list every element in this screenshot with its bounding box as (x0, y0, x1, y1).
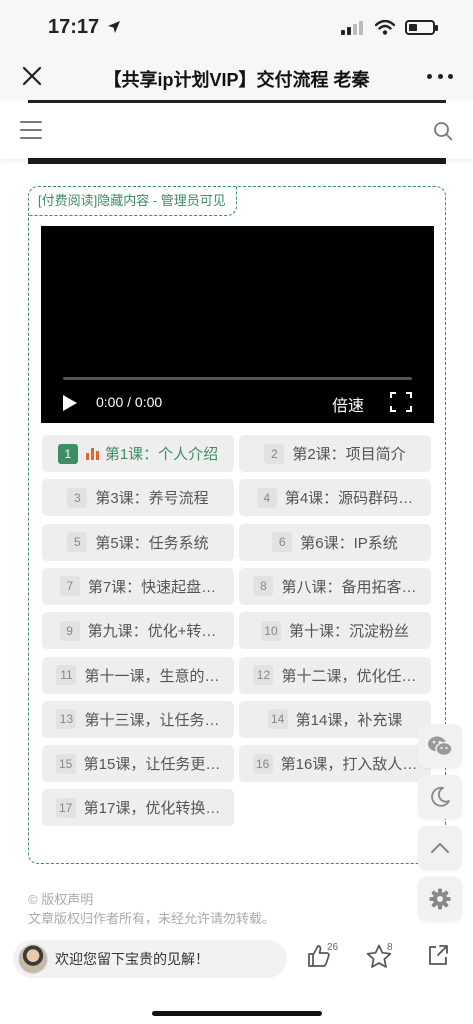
site-header (0, 103, 473, 159)
lesson-number: 4 (256, 487, 277, 508)
lesson-item-17[interactable]: 17 第17课，优化转换… (42, 789, 234, 827)
browser-titlebar: 【共享ip计划VIP】交付流程 老秦 (0, 56, 473, 100)
lesson-item-6[interactable]: 6 第6课：IP系统 (239, 523, 431, 561)
lesson-item-14[interactable]: 14 第14课，补充课 (239, 700, 431, 738)
comment-input[interactable]: 欢迎您留下宝贵的见解！ (13, 940, 287, 978)
lesson-label: 第7课：快速起盘… (87, 578, 217, 596)
lesson-label: 第十课：沉淀粉丝 (288, 623, 409, 641)
lesson-number: 12 (253, 665, 274, 685)
previous-video-bottom (28, 158, 446, 164)
lesson-number: 11 (56, 665, 77, 685)
signal-icon (341, 20, 363, 35)
page-title: 【共享ip计划VIP】交付流程 老秦 (103, 70, 370, 90)
hidden-content-tag: [付费阅读]隐藏内容 - 管理员可见 (28, 186, 237, 216)
back-to-top-button[interactable] (418, 826, 462, 870)
battery-level (409, 24, 417, 31)
now-playing-icon (85, 447, 99, 460)
lesson-item-4[interactable]: 4 第4课：源码群码… (239, 479, 431, 517)
lesson-item-12[interactable]: 12 第十二课，优化任… (239, 656, 431, 694)
close-icon[interactable] (20, 64, 44, 88)
search-icon[interactable] (433, 121, 453, 141)
like-count: 26 (327, 942, 339, 953)
lesson-item-1[interactable]: 1 第1课：个人介绍 (42, 435, 234, 472)
lesson-number: 7 (59, 576, 80, 597)
location-arrow-icon (107, 21, 120, 33)
lesson-item-16[interactable]: 16 第16课，打入敌人… (239, 745, 431, 783)
copyright-text: 文章版权归作者所有，未经允许请勿转载。 (28, 911, 276, 926)
home-indicator (152, 1011, 322, 1016)
chevron-up-icon (431, 843, 449, 853)
lesson-item-7[interactable]: 7 第7课：快速起盘… (42, 567, 234, 605)
lesson-number: 6 (272, 532, 293, 553)
copyright-title: © 版权声明 (28, 892, 94, 907)
battery-icon (405, 20, 438, 35)
lesson-label: 第4课：源码群码… (284, 490, 414, 508)
lesson-item-15[interactable]: 15 第15课，让任务更… (42, 745, 234, 783)
more-options-icon[interactable] (427, 66, 453, 86)
lesson-label: 第九课：优化+转… (87, 623, 217, 641)
status-time: 17:17 (48, 16, 121, 39)
lesson-number: 3 (67, 487, 88, 508)
lesson-item-11[interactable]: 11 第十一课，生意的… (42, 656, 234, 694)
speed-button[interactable]: 倍速 (332, 392, 364, 416)
lesson-number: 1 (57, 443, 78, 464)
play-icon[interactable] (62, 394, 78, 412)
progress-bar[interactable] (63, 377, 412, 380)
lesson-label: 第2课：项目简介 (292, 446, 406, 463)
lesson-label: 第5课：任务系统 (95, 534, 209, 552)
lesson-item-9[interactable]: 9 第九课：优化+转… (42, 612, 234, 650)
lesson-label: 第十三课，让任务… (84, 711, 220, 729)
comment-bar: 欢迎您留下宝贵的见解！ 26 8 (0, 930, 473, 1024)
dark-mode-button[interactable] (418, 775, 462, 819)
status-bar: 17:17 (0, 0, 473, 56)
web-page: [付费阅读]隐藏内容 - 管理员可见 0:00 / 0:00 倍速 1 第1课：个… (0, 100, 473, 936)
wechat-icon (428, 736, 453, 757)
lesson-item-10[interactable]: 10 第十课：沉淀粉丝 (239, 612, 431, 650)
lesson-label: 第15课，让任务更… (83, 756, 221, 774)
lesson-number: 17 (55, 797, 76, 818)
video-player[interactable]: 0:00 / 0:00 倍速 (41, 226, 434, 423)
wifi-icon (375, 20, 395, 35)
lesson-number: 15 (55, 753, 76, 774)
lesson-item-2[interactable]: 2 第2课：项目简介 (239, 435, 431, 472)
lesson-label: 第八课：备用拓客… (281, 578, 417, 596)
lesson-label: 第17课，优化转换… (83, 800, 221, 818)
lesson-number: 14 (267, 709, 288, 730)
hidden-content-box: [付费阅读]隐藏内容 - 管理员可见 0:00 / 0:00 倍速 1 第1课：个… (28, 186, 446, 864)
star-count: 8 (387, 942, 393, 953)
lesson-item-8[interactable]: 8 第八课：备用拓客… (239, 567, 431, 605)
fullscreen-icon[interactable] (390, 392, 412, 412)
moon-icon (431, 786, 450, 807)
lesson-label: 第16课，打入敌人… (280, 756, 418, 774)
lesson-number: 13 (56, 709, 77, 730)
lesson-number: 2 (264, 443, 285, 464)
lesson-number: 10 (260, 620, 281, 641)
gear-icon (429, 888, 451, 910)
status-icons (341, 20, 438, 35)
lesson-number: 8 (253, 576, 274, 597)
lesson-item-3[interactable]: 3 第3课：养号流程 (42, 479, 234, 517)
lesson-item-5[interactable]: 5 第5课：任务系统 (42, 523, 234, 561)
lesson-label: 第十一课，生意的… (84, 667, 220, 685)
copyright-notice: © 版权声明 文章版权归作者所有，未经允许请勿转载。 (28, 890, 275, 928)
player-time: 0:00 / 0:00 (96, 394, 163, 410)
comment-placeholder: 欢迎您留下宝贵的见解！ (55, 951, 209, 967)
lesson-number: 5 (67, 532, 88, 553)
share-icon[interactable] (427, 944, 449, 966)
lesson-number: 16 (252, 753, 273, 774)
lesson-label: 第3课：养号流程 (95, 490, 209, 508)
lesson-label: 第6课：IP系统 (300, 534, 398, 552)
lesson-label: 第1课：个人介绍 (104, 446, 219, 463)
menu-icon[interactable] (20, 121, 42, 139)
lesson-label: 第14课，补充课 (295, 711, 403, 729)
avatar (18, 944, 48, 974)
lesson-number: 9 (59, 620, 80, 641)
wechat-share-button[interactable] (418, 724, 462, 768)
lesson-label: 第十二课，优化任… (281, 667, 417, 685)
lesson-item-13[interactable]: 13 第十三课，让任务… (42, 700, 234, 738)
settings-button[interactable] (418, 877, 462, 921)
